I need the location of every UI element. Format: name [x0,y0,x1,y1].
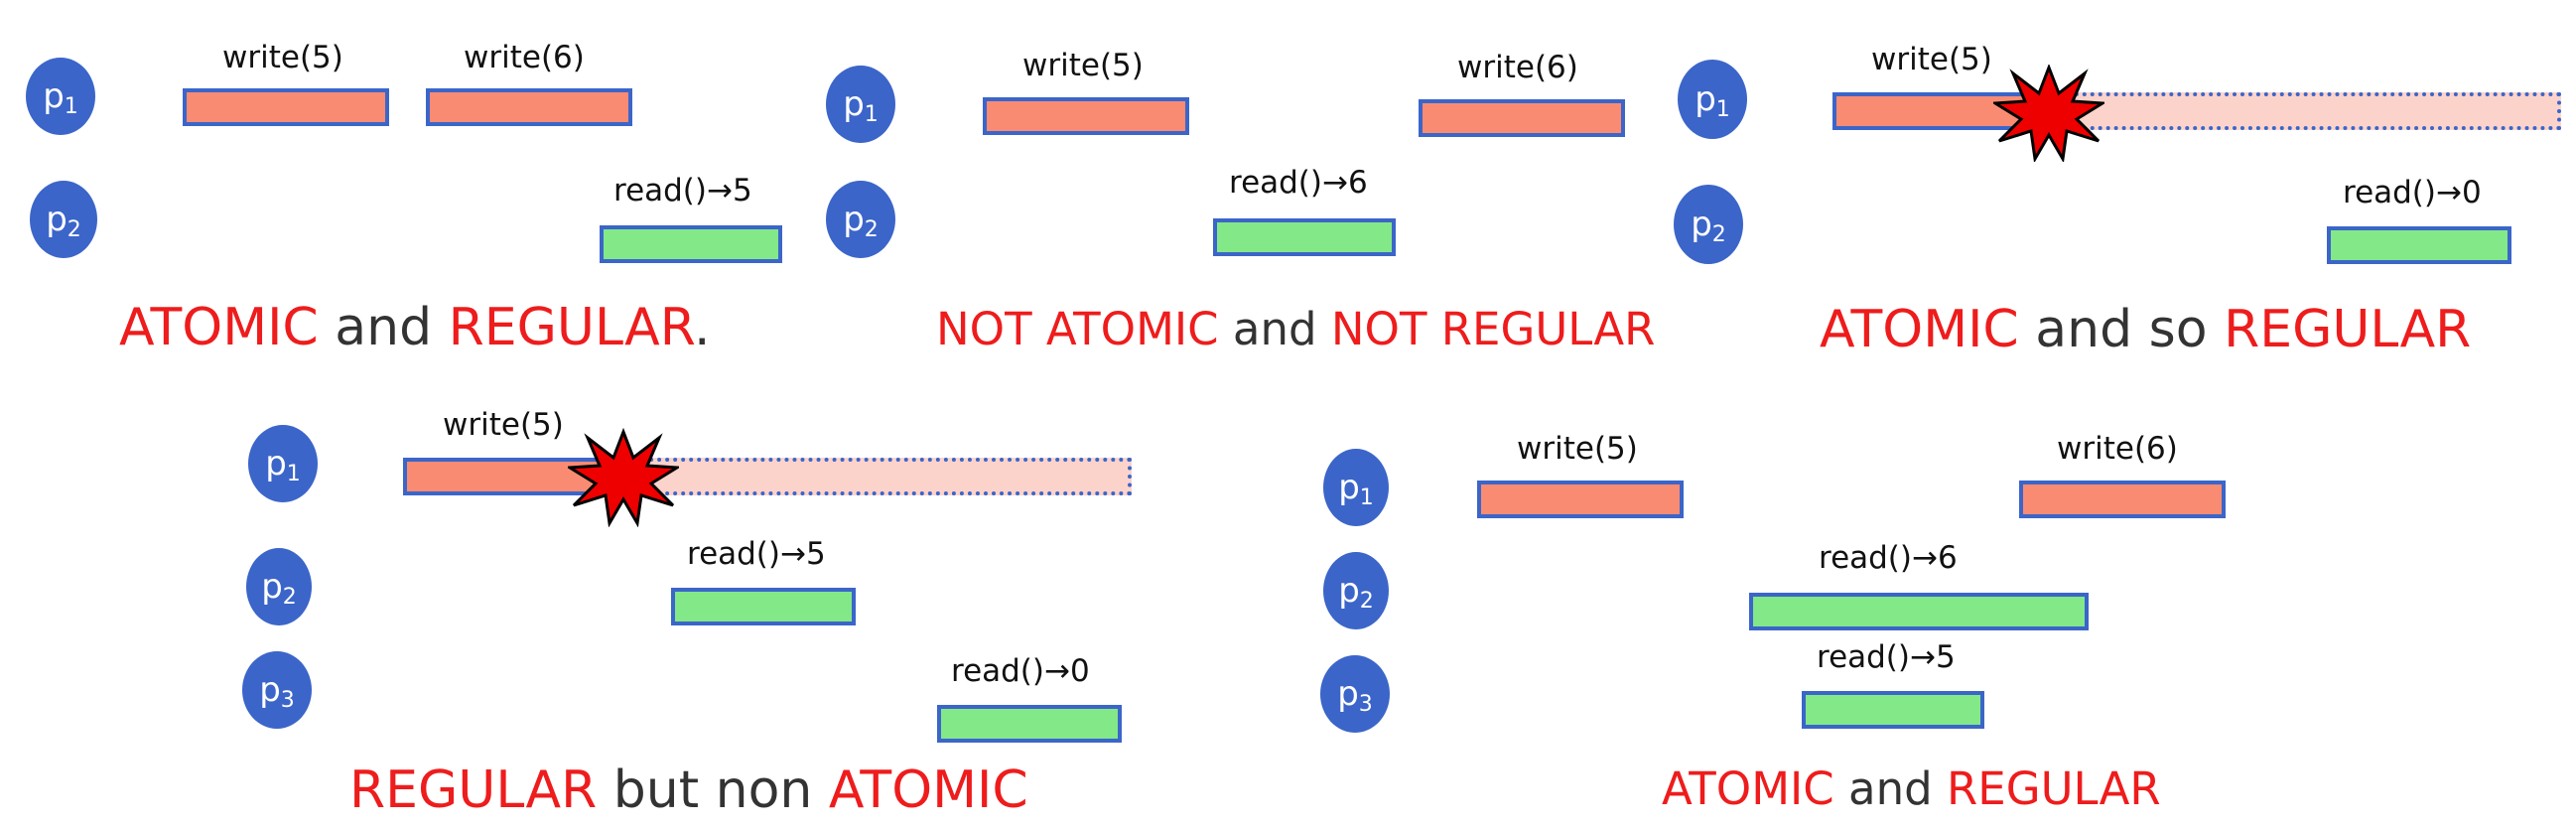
process-subscript: 2 [1359,588,1374,614]
process-p1: p1 [1678,60,1747,139]
op-label-write: write(5) [443,407,564,443]
process-p2: p2 [1674,185,1743,264]
write-operation-bar [1419,99,1625,137]
write-operation-bar [983,97,1189,135]
read-operation-bar [2327,226,2511,264]
process-subscript: 2 [864,216,879,242]
crash-burst-icon [1993,65,2104,162]
process-subscript: 1 [1715,96,1730,122]
caption-keyword: NOT REGULAR [1330,303,1656,355]
caption-connector: and [1833,762,1947,815]
op-label-read: read()→5 [1817,639,1956,675]
op-label-read: read()→0 [951,653,1090,689]
caption-keyword: ATOMIC [1662,762,1834,815]
caption-tail: . [694,298,711,357]
op-label-write: write(6) [464,40,585,75]
caption-keyword: REGULAR [448,298,694,357]
process-p1: p1 [1323,449,1389,526]
process-label: p [43,76,65,116]
process-subscript: 1 [1359,484,1374,510]
caption-keyword: NOT ATOMIC [936,303,1219,355]
scenario-caption: REGULAR but non ATOMIC [349,760,1028,820]
caption-connector: and so [2018,300,2225,359]
crashed-write-remainder [617,458,1132,495]
read-operation-bar [671,588,856,625]
caption-keyword: REGULAR [2224,300,2472,359]
process-p1: p1 [26,58,95,135]
process-p1: p1 [248,425,318,502]
process-subscript: 3 [1358,691,1373,717]
process-label: p [46,200,68,239]
process-p3: p3 [242,651,312,729]
write-operation-bar [2019,481,2226,518]
op-label-read: read()→5 [687,536,826,572]
process-p2: p2 [30,181,97,258]
process-label: p [843,200,865,239]
scenario-caption: NOT ATOMIC and NOT REGULAR [936,303,1655,355]
scenario-caption: ATOMIC and REGULAR. [119,298,711,357]
process-p2: p2 [246,548,312,625]
process-p1: p1 [826,66,895,143]
read-operation-bar [1749,593,2089,630]
op-label-read: read()→5 [613,173,752,208]
process-subscript: 1 [864,101,879,127]
process-subscript: 1 [286,461,301,486]
write-operation-bar [426,88,632,126]
process-subscript: 1 [64,93,78,119]
process-subscript: 3 [280,687,295,713]
op-label-write: write(6) [2057,431,2178,467]
caption-keyword: ATOMIC [828,760,1028,820]
process-label: p [1337,674,1359,714]
caption-connector: and [318,298,449,357]
process-label: p [1338,571,1360,611]
process-subscript: 2 [67,216,81,242]
process-label: p [843,84,865,124]
op-label-write: write(5) [1517,431,1638,467]
read-operation-bar [937,705,1122,743]
process-subscript: 2 [282,584,297,610]
caption-connector: and [1218,303,1331,355]
process-label: p [1691,205,1712,244]
read-operation-bar [1802,691,1984,729]
process-p2: p2 [826,181,895,258]
write-operation-bar [1477,481,1684,518]
caption-keyword: REGULAR [1947,762,2161,815]
op-label-read: read()→0 [2343,175,2482,210]
caption-keyword: ATOMIC [119,298,319,357]
process-p3: p3 [1320,655,1390,733]
process-label: p [265,444,287,483]
process-label: p [1695,79,1716,119]
scenario-caption: ATOMIC and REGULAR [1662,762,2161,815]
read-operation-bar [600,225,782,263]
process-label: p [1338,468,1360,507]
crashed-write-remainder [2043,92,2561,130]
process-p2: p2 [1323,552,1389,629]
caption-connector: but non [597,760,829,820]
caption-keyword: REGULAR [349,760,598,820]
write-operation-bar [183,88,389,126]
op-label-write: write(5) [1022,48,1144,83]
crash-burst-icon [568,428,679,527]
process-label: p [261,567,283,607]
op-label-write: write(5) [222,40,343,75]
read-operation-bar [1213,218,1396,256]
op-label-write: write(6) [1457,50,1578,85]
process-subscript: 2 [1711,221,1726,247]
scenario-caption: ATOMIC and so REGULAR [1820,300,2471,359]
caption-keyword: ATOMIC [1820,300,2019,359]
op-label-read: read()→6 [1819,540,1958,576]
op-label-write: write(5) [1871,42,1992,77]
process-label: p [259,670,281,710]
op-label-read: read()→6 [1229,165,1368,201]
